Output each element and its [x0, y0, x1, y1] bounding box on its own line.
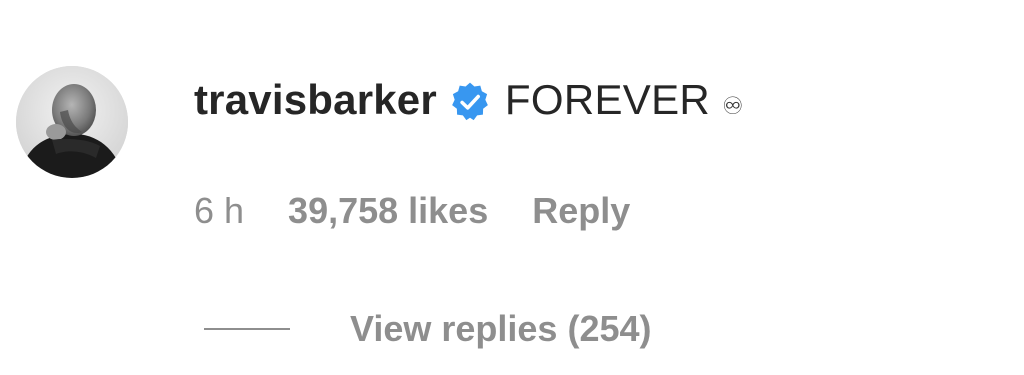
verified-badge-icon: [449, 81, 491, 123]
comment-header: travisbarker FOREVER ♾: [194, 72, 744, 128]
avatar-image: [16, 66, 128, 178]
likes-count[interactable]: 39,758 likes: [288, 190, 488, 232]
reply-button[interactable]: Reply: [532, 190, 630, 232]
infinity-emoji: ♾: [722, 92, 744, 120]
replies-divider: [204, 328, 290, 330]
comment-text: FOREVER: [504, 76, 711, 123]
username-link[interactable]: travisbarker: [194, 76, 437, 124]
comment-item: travisbarker FOREVER ♾ 6 h 39,758 likes …: [0, 0, 1024, 375]
timestamp[interactable]: 6 h: [194, 190, 244, 232]
view-replies-button[interactable]: View replies (254): [204, 306, 652, 352]
avatar[interactable]: [16, 66, 128, 178]
comment-meta: 6 h 39,758 likes Reply: [194, 188, 630, 234]
view-replies-label: View replies (254): [350, 308, 652, 349]
